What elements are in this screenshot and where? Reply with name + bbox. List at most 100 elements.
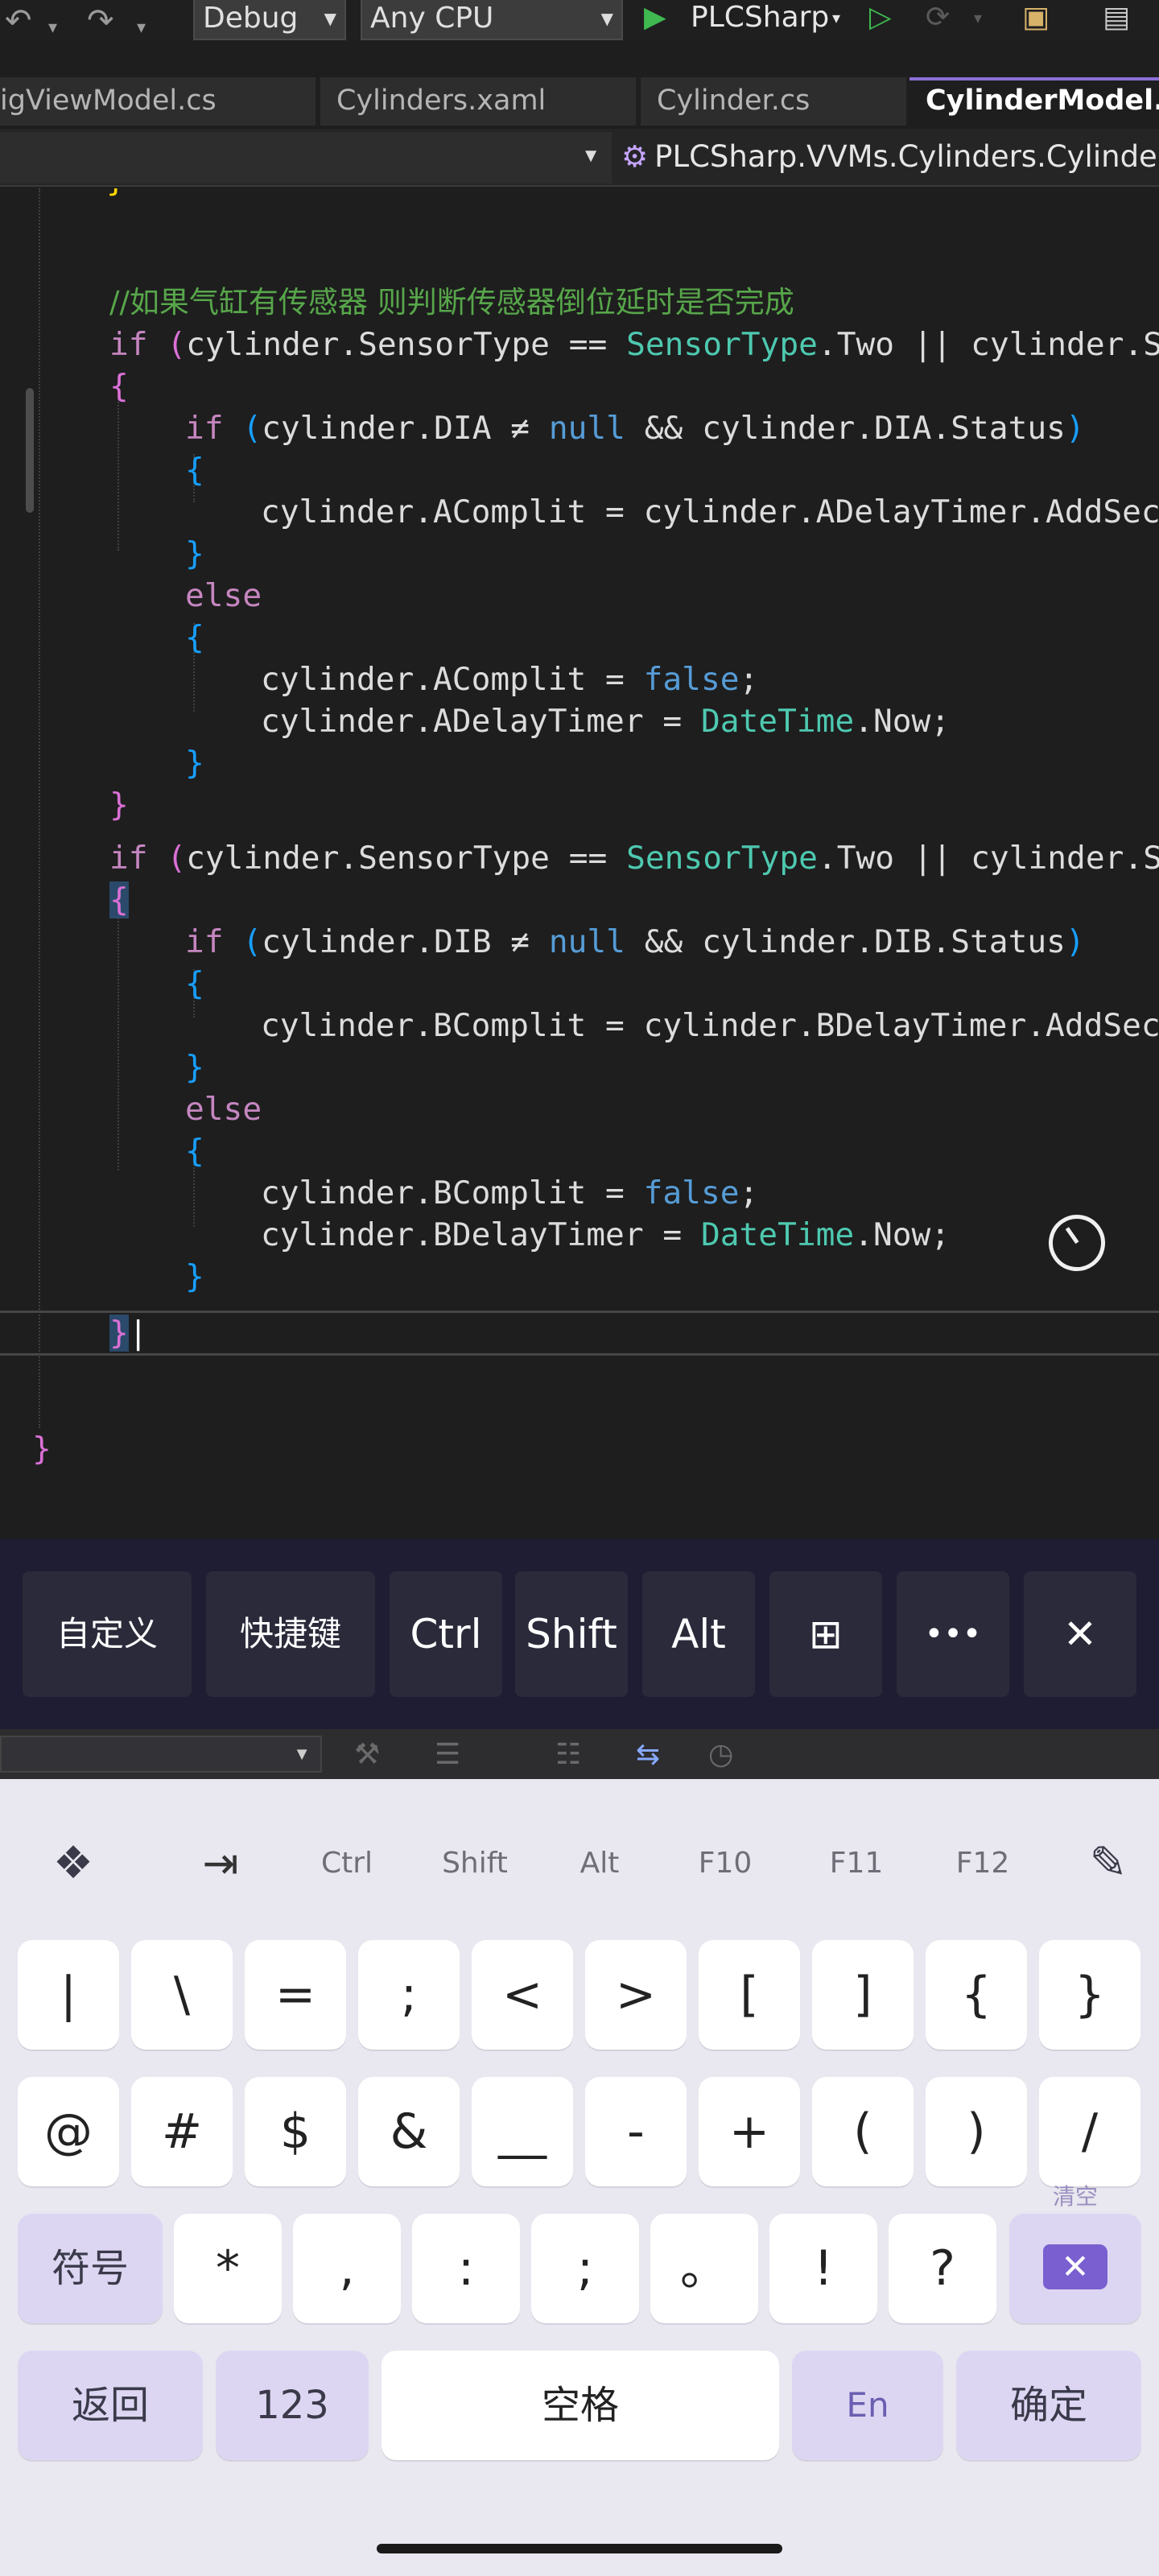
more-button[interactable]: •••	[897, 1571, 1009, 1697]
symbols-key[interactable]: 符号	[18, 2214, 163, 2323]
play-icon[interactable]: ▶	[644, 0, 666, 39]
key-slash[interactable]: /	[1039, 2077, 1140, 2186]
code-line: if (cylinder.SensorType == SensorType.Tw…	[109, 840, 1159, 877]
pencil-icon[interactable]: ✎	[1064, 1819, 1153, 1908]
chevron-down-icon: ▼	[600, 9, 613, 28]
code-line: else	[185, 577, 262, 614]
run-dropdown-icon[interactable]: ▾	[832, 0, 840, 39]
soft-keyboard: ❖ ⇥ Ctrl Shift Alt F10 F11 F12 ✎ | \ = ;…	[0, 1779, 1159, 2576]
close-icon: ✕	[1063, 1611, 1097, 1657]
configuration-select[interactable]: Debug ▼	[193, 0, 346, 40]
undo-icon[interactable]: ↶	[5, 5, 32, 37]
backspace-key[interactable]: 清空 ✕	[1009, 2185, 1141, 2323]
key-comma[interactable]: ,	[293, 2214, 401, 2323]
redo-icon[interactable]: ↷	[87, 5, 114, 37]
code-line: if (cylinder.DIB ≠ null && cylinder.DIB.…	[185, 923, 1085, 960]
key-plus[interactable]: +	[699, 2077, 800, 2186]
code-line: {	[185, 965, 204, 1002]
numbers-key[interactable]: 123	[216, 2351, 369, 2460]
code-line: {	[185, 619, 204, 656]
history-icon[interactable]: ◷	[708, 1736, 733, 1773]
key-at[interactable]: @	[18, 2077, 119, 2186]
code-line: }	[109, 786, 129, 824]
code-line: cylinder.AComplit = false;	[261, 661, 759, 698]
tab-cylinder-model-cs[interactable]: CylinderModel.cs	[909, 77, 1159, 126]
windows-key-button[interactable]: ⊞	[769, 1571, 882, 1697]
key-period-cn[interactable]: 。	[650, 2214, 758, 2323]
f11-key[interactable]: F11	[808, 1819, 905, 1908]
shift-key-button[interactable]: Shift	[515, 1571, 628, 1697]
code-line: {	[109, 368, 129, 405]
run-target-label[interactable]: PLCSharp	[691, 0, 829, 39]
member-icon: ⚙	[621, 139, 649, 174]
status-select[interactable]: ▼	[0, 1736, 322, 1773]
back-key[interactable]: 返回	[18, 2351, 203, 2460]
tab-config-view-model[interactable]: igViewModel.cs	[0, 77, 316, 126]
close-quickbar-button[interactable]: ✕	[1024, 1571, 1136, 1697]
fn-alt-key[interactable]: Alt	[555, 1819, 644, 1908]
hot-reload-dropdown-icon[interactable]: ▾	[974, 0, 982, 39]
confirm-key[interactable]: 确定	[956, 2351, 1141, 2460]
tab-cylinders-xaml[interactable]: Cylinders.xaml	[320, 77, 636, 126]
key-left-paren[interactable]: (	[812, 2077, 914, 2186]
key-equals[interactable]: =	[245, 1940, 346, 2050]
space-key[interactable]: 空格	[382, 2351, 779, 2460]
key-left-brace[interactable]: {	[926, 1940, 1027, 2050]
key-right-brace[interactable]: }	[1039, 1940, 1140, 2050]
key-hash[interactable]: #	[131, 2077, 233, 2186]
key-right-bracket[interactable]: ]	[812, 1940, 914, 2050]
document-tabs: igViewModel.cs Cylinders.xaml Cylinder.c…	[0, 77, 1159, 126]
save-all-icon[interactable]: ▤	[1103, 0, 1130, 39]
comment-icon[interactable]: ☷	[555, 1736, 581, 1773]
fn-ctrl-key[interactable]: Ctrl	[303, 1819, 391, 1908]
undo-dropdown-icon[interactable]: ▾	[48, 11, 57, 43]
key-backslash[interactable]: \	[131, 1940, 233, 2050]
code-editor[interactable]: } //如果气缸有传感器 则判断传感器倒位延时是否完成 if (cylinder…	[0, 188, 1159, 1539]
member-dropdown[interactable]: ⚙ PLCSharp.VVMs.Cylinders.CylinderM	[621, 132, 1159, 184]
key-question[interactable]: ?	[889, 2214, 996, 2323]
fn-shift-key[interactable]: Shift	[427, 1819, 523, 1908]
keyboard-logo-icon[interactable]: ❖	[29, 1819, 118, 1908]
shortcut-key-button[interactable]: 快捷键	[206, 1571, 375, 1697]
key-greater-than[interactable]: >	[585, 1940, 687, 2050]
key-asterisk[interactable]: *	[174, 2214, 282, 2323]
key-underscore[interactable]: __	[472, 2077, 573, 2186]
code-line: }	[106, 188, 126, 201]
build-icon[interactable]: ⚒	[354, 1736, 380, 1773]
key-dollar[interactable]: $	[245, 2077, 346, 2186]
folder-icon[interactable]: ▣	[1022, 0, 1050, 39]
key-pipe[interactable]: |	[18, 1940, 119, 2050]
key-colon[interactable]: :	[412, 2214, 520, 2323]
key-semicolon[interactable]: ;	[358, 1940, 460, 2050]
key-exclamation[interactable]: !	[769, 2214, 877, 2323]
key-left-bracket[interactable]: [	[699, 1940, 800, 2050]
redo-dropdown-icon[interactable]: ▾	[137, 11, 146, 43]
key-ampersand[interactable]: &	[358, 2077, 460, 2186]
chevron-down-icon: ▼	[293, 1744, 311, 1764]
tab-cylinder-cs[interactable]: Cylinder.cs	[641, 77, 906, 126]
key-right-paren[interactable]: )	[926, 2077, 1027, 2186]
configuration-value: Debug	[203, 2, 299, 35]
mouse-mode-icon[interactable]	[1037, 1203, 1116, 1282]
word-wrap-icon[interactable]: ⇆	[636, 1736, 660, 1773]
alt-key-button[interactable]: Alt	[642, 1571, 755, 1697]
key-semicolon-2[interactable]: ;	[531, 2214, 639, 2323]
key-minus[interactable]: -	[585, 2077, 687, 2186]
custom-key-button[interactable]: 自定义	[23, 1571, 192, 1697]
platform-select[interactable]: Any CPU ▼	[361, 0, 623, 40]
code-line: cylinder.AComplit = cylinder.ADelayTimer…	[261, 493, 1159, 530]
english-toggle-key[interactable]: En	[792, 2351, 943, 2460]
key-less-than[interactable]: <	[472, 1940, 573, 2050]
code-line: cylinder.BDelayTimer = DateTime.Now;	[261, 1216, 951, 1253]
f10-key[interactable]: F10	[681, 1819, 769, 1908]
f12-key[interactable]: F12	[935, 1819, 1030, 1908]
hot-reload-icon[interactable]: ⟳	[926, 0, 950, 39]
code-line: {	[109, 881, 129, 919]
tab-key-icon[interactable]: ⇥	[172, 1819, 269, 1908]
type-dropdown[interactable]: ▼	[0, 132, 612, 184]
indent-icon[interactable]: ☰	[435, 1736, 460, 1773]
more-icon: •••	[924, 1616, 982, 1653]
start-without-debug-icon[interactable]: ▷	[869, 0, 892, 39]
home-indicator[interactable]	[377, 2544, 782, 2553]
ctrl-key-button[interactable]: Ctrl	[390, 1571, 502, 1697]
